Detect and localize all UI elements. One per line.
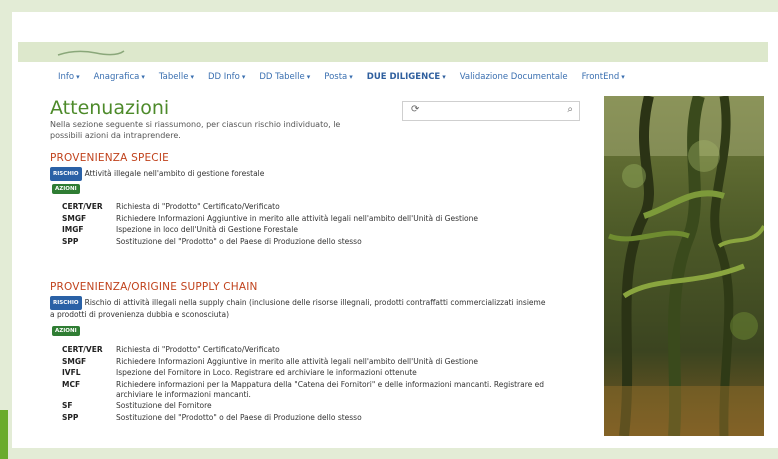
action-desc: Richiedere informazioni per la Mappatura… [116, 379, 545, 399]
action-desc: Sostituzione del Fornitore [116, 401, 212, 410]
action-code: SMGF [62, 213, 87, 223]
forest-image [604, 96, 764, 436]
nav-item-due-diligence[interactable]: DUE DILIGENCE ▾ [367, 72, 446, 82]
nav-item-validazione-documentale[interactable]: Validazione Documentale [460, 72, 568, 82]
action-code: SF [62, 401, 73, 410]
action-code: CERT/VER [62, 345, 103, 354]
action-desc: Richiedere Informazioni Aggiuntive in me… [116, 356, 478, 366]
action-desc: Richiesta di "Prodotto" Certificato/Veri… [116, 345, 280, 354]
action-code: IMGF [62, 225, 84, 234]
section-title-provenienza-specie: PROVENIENZA SPECIE [50, 152, 169, 164]
action-desc: Sostituzione del "Prodotto" o del Paese … [116, 412, 362, 422]
action-code: IVFL [62, 368, 81, 377]
action-row: CERT/VER Richiesta di "Prodotto" Certific… [62, 345, 582, 355]
action-desc: Richiesta di "Prodotto" Certificato/Veri… [116, 202, 280, 211]
action-row: SPP Sostituzione del "Prodotto" o del Pae… [62, 413, 582, 423]
action-code: MCF [62, 379, 81, 389]
risk-text: Rischio di attività illegali nella suppl… [50, 298, 546, 319]
actions-list: CERT/VER Richiesta di "Prodotto" Certific… [62, 202, 582, 248]
action-row: SMGF Richiedere Informazioni Aggiuntive i… [62, 214, 582, 224]
section-title-supply-chain: PROVENIENZA/ORIGINE SUPPLY CHAIN [50, 281, 258, 293]
risk-badge: RISCHIO [50, 167, 82, 181]
page-title: Attenuazioni [50, 97, 170, 119]
main-nav: Info ▾ Anagrafica ▾ Tabelle ▾ DD Info ▾ DD T… [58, 68, 718, 86]
nav-item-anagrafica[interactable]: Anagrafica ▾ [94, 72, 145, 82]
actions-badge: AZIONI [52, 184, 80, 194]
page-intro: Nella sezione seguente si riassumono, pe… [50, 120, 341, 140]
logo-icon [57, 50, 125, 56]
action-row: IVFL Ispezione del Fornitore in Loco. Reg… [62, 368, 582, 378]
risk-line: RISCHIO Rischio di attività illegali nell… [50, 296, 550, 320]
actions-list: CERT/VER Richiesta di "Prodotto" Certific… [62, 345, 582, 424]
nav-item-posta[interactable]: Posta ▾ [324, 72, 353, 82]
action-row: SF Sostituzione del Fornitore [62, 401, 582, 411]
nav-item-tabelle[interactable]: Tabelle ▾ [159, 72, 194, 82]
header-strip [18, 42, 768, 62]
action-row: SMGF Richiedere Informazioni Aggiuntive i… [62, 357, 582, 367]
risk-line: RISCHIO Attività illegale nell'ambito di … [50, 167, 550, 181]
action-code: SPP [62, 236, 79, 246]
search-input[interactable] [429, 103, 559, 119]
refresh-icon[interactable]: ⟳ [411, 104, 419, 115]
risk-badge: RISCHIO [50, 296, 82, 310]
risk-text: Attività illegale nell'ambito di gestion… [84, 169, 265, 178]
action-row: SPP Sostituzione del "Prodotto" o del Pae… [62, 237, 582, 247]
nav-item-dd-tabelle[interactable]: DD Tabelle ▾ [259, 72, 310, 82]
nav-item-dd-info[interactable]: DD Info ▾ [208, 72, 245, 82]
accent-bar [0, 410, 8, 459]
action-desc: Ispezione in loco dell'Unità di Gestione… [116, 225, 298, 234]
actions-badge: AZIONI [52, 326, 80, 336]
nav-item-frontend[interactable]: FrontEnd ▾ [582, 72, 625, 82]
action-row: MCF Richiedere informazioni per la Mappat… [62, 380, 582, 400]
action-code: CERT/VER [62, 202, 103, 211]
action-code: SMGF [62, 356, 87, 366]
nav-item-info[interactable]: Info ▾ [58, 72, 80, 82]
action-row: IMGF Ispezione in loco dell'Unità di Gest… [62, 225, 582, 235]
action-row: CERT/VER Richiesta di "Prodotto" Certific… [62, 202, 582, 212]
action-code: SPP [62, 412, 79, 422]
search-icon[interactable]: ⌕ [567, 104, 573, 115]
action-desc: Richiedere Informazioni Aggiuntive in me… [116, 213, 478, 223]
action-desc: Ispezione del Fornitore in Loco. Registr… [116, 368, 417, 377]
search-box: ⟳ ⌕ [402, 101, 580, 121]
action-desc: Sostituzione del "Prodotto" o del Paese … [116, 236, 362, 246]
